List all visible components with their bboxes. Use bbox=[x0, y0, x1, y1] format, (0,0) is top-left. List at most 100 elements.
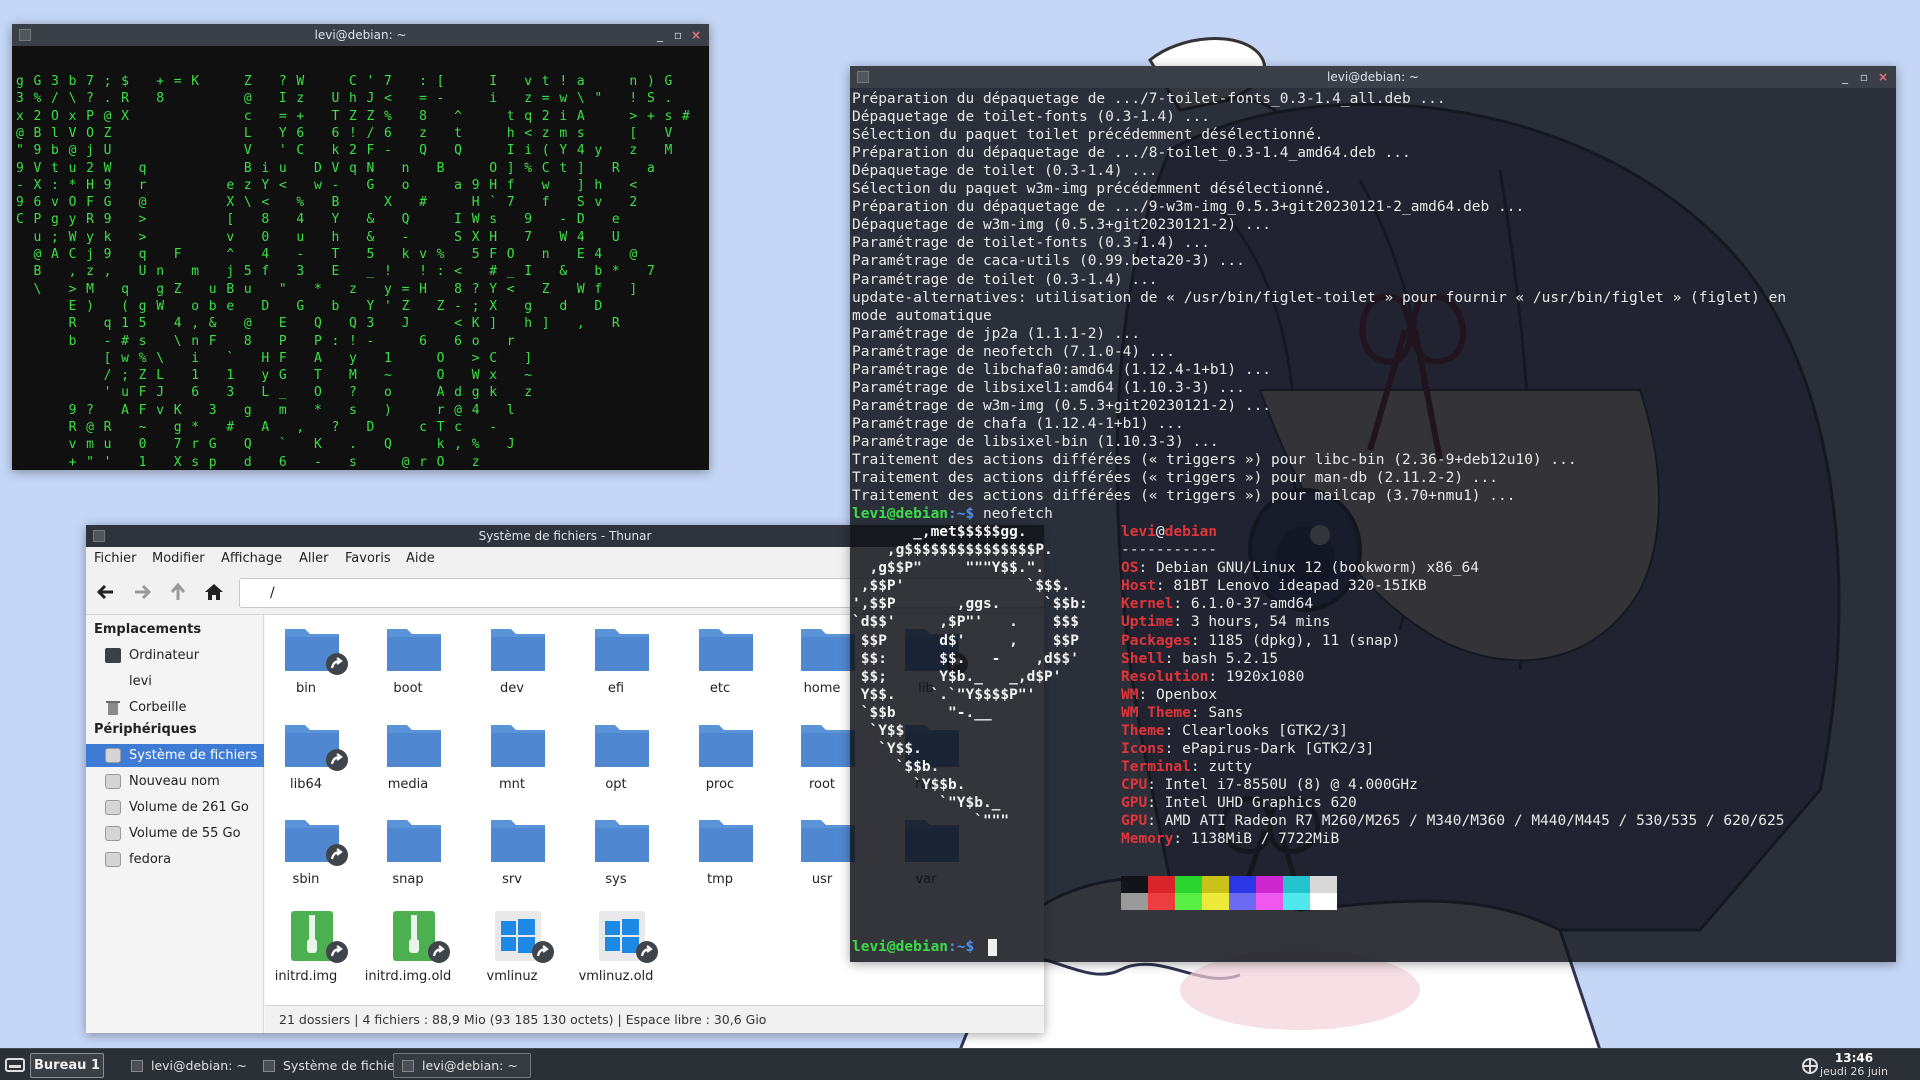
clock-time[interactable]: 13:46 bbox=[1824, 1052, 1884, 1065]
file-item-dev[interactable]: dev bbox=[471, 615, 553, 705]
sidebar-item-volume-261[interactable]: Volume de 261 Go bbox=[86, 796, 264, 819]
task-thunar[interactable]: Système de fichie... bbox=[254, 1053, 396, 1078]
matrix-glyph-row: 9Vtu2W q Biu DVqN n B O]%Ct] R a bbox=[16, 160, 665, 176]
file-item-boot[interactable]: boot bbox=[367, 615, 449, 705]
sidebar-item-ordinateur[interactable]: Ordinateur bbox=[86, 644, 264, 667]
terminal-titlebar[interactable]: levi@debian: ~ _ ▫ × bbox=[850, 66, 1896, 88]
file-item-media[interactable]: media bbox=[367, 711, 449, 801]
up-arrow-icon[interactable] bbox=[165, 579, 191, 605]
terminal-window[interactable]: levi@debian: ~ _ ▫ × Préparation du dépa… bbox=[850, 66, 1896, 962]
matrix-terminal-window[interactable]: levi@debian: ~ _ ▫ × gG3b7;$ +=K Z ?W C'… bbox=[12, 24, 709, 470]
file-item-srv[interactable]: srv bbox=[471, 806, 553, 896]
neofetch-key: Terminal bbox=[1121, 758, 1191, 775]
neofetch-value: AMD ATI Radeon R7 M260/M265 / M340/M360 … bbox=[1164, 813, 1785, 829]
file-name: vmlinuz.old bbox=[578, 969, 654, 984]
file-name: media bbox=[387, 777, 429, 792]
neofetch-value: 1920x1080 bbox=[1225, 668, 1305, 685]
menu-favoris[interactable]: Favoris bbox=[345, 547, 391, 571]
home-icon[interactable] bbox=[201, 579, 227, 605]
matrix-glyph-row: R@R ~ g* # A , ? D cTc - bbox=[16, 420, 507, 435]
neofetch-at: @ bbox=[1155, 524, 1165, 541]
file-item-sys[interactable]: sys bbox=[575, 806, 657, 896]
desktop-switch-button[interactable]: Bureau 1 bbox=[30, 1053, 104, 1078]
neofetch-value: Intel i7-8550U (8) @ 4.000GHz bbox=[1164, 776, 1418, 793]
file-item-snap[interactable]: snap bbox=[367, 806, 449, 896]
file-item-opt[interactable]: opt bbox=[575, 711, 657, 801]
folder-icon bbox=[387, 725, 441, 767]
palette-swatch bbox=[1256, 893, 1283, 911]
file-item-vmlinuz[interactable]: vmlinuz bbox=[471, 903, 554, 993]
menu-icon[interactable] bbox=[5, 1057, 25, 1073]
task-terminal-1[interactable]: levi@debian: ~ bbox=[122, 1053, 262, 1078]
minimize-icon[interactable]: _ bbox=[1838, 66, 1852, 88]
sidebar-item-volume-55[interactable]: Volume de 55 Go bbox=[86, 822, 264, 845]
sidebar-item-nouveau-nom[interactable]: Nouveau nom bbox=[86, 770, 264, 793]
terminal-output-line: Préparation du dépaquetage de .../9-w3m-… bbox=[852, 199, 1525, 216]
matrix-glyph-row: gG3b7;$ +=K Z ?W C'7 :[ I vt!a n)G bbox=[16, 74, 683, 89]
menu-modifier[interactable]: Modifier bbox=[152, 547, 205, 571]
neofetch-ascii-line: `""" bbox=[852, 813, 1010, 829]
network-icon[interactable] bbox=[1800, 1056, 1820, 1076]
sidebar-item-systeme-de-fichiers[interactable]: Système de fichiers bbox=[86, 744, 264, 767]
menu-fichier[interactable]: Fichier bbox=[94, 547, 137, 571]
file-item-mnt[interactable]: mnt bbox=[471, 711, 553, 801]
menu-aller[interactable]: Aller bbox=[299, 547, 328, 571]
neofetch-key: Host bbox=[1121, 578, 1156, 595]
close-icon[interactable]: × bbox=[1876, 66, 1890, 88]
terminal-output-line: Paramétrage de chafa (1.12.4-1+b1) ... bbox=[852, 415, 1184, 432]
minimize-icon[interactable]: _ bbox=[653, 24, 667, 46]
matrix-glyph-row: "9b@jU V 'C k2F- Q Q Ii(Y4y z M bbox=[16, 143, 683, 159]
matrix-glyph-row: CPgyR9 > [ 8 4 Y & Q IWs 9 -D e bbox=[16, 212, 630, 228]
file-item-efi[interactable]: efi bbox=[575, 615, 657, 705]
terminal-icon bbox=[19, 29, 31, 41]
neofetch-value: Openbox bbox=[1155, 686, 1218, 703]
neofetch-key: Theme bbox=[1121, 722, 1165, 739]
file-item-lib64[interactable]: lib64 bbox=[265, 711, 348, 801]
clock-date[interactable]: jeudi 26 juin bbox=[1818, 1065, 1890, 1078]
maximize-icon[interactable]: ▫ bbox=[671, 24, 685, 46]
file-name: sys bbox=[605, 872, 627, 887]
sidebar-item-fedora[interactable]: fedora bbox=[86, 848, 264, 871]
matrix-terminal-titlebar[interactable]: levi@debian: ~ _ ▫ × bbox=[12, 24, 709, 46]
terminal-body[interactable]: Préparation du dépaquetage de .../7-toil… bbox=[850, 88, 1896, 962]
file-item-sbin[interactable]: sbin bbox=[265, 806, 348, 896]
matrix-glyph-row: R q15 4,& @ E Q Q3 J <K] h] , R bbox=[16, 316, 630, 332]
file-item-proc[interactable]: proc bbox=[679, 711, 761, 801]
terminal-cursor bbox=[988, 939, 997, 957]
close-icon[interactable]: × bbox=[689, 24, 703, 46]
matrix-terminal-body[interactable]: gG3b7;$ +=K Z ?W C'7 :[ I vt!a n)G 3%/\?.… bbox=[12, 46, 709, 470]
task-terminal-2[interactable]: levi@debian: ~ bbox=[393, 1053, 531, 1078]
neofetch-colon: : bbox=[1138, 560, 1156, 577]
back-arrow-icon[interactable] bbox=[93, 579, 119, 605]
file-name: sbin bbox=[292, 872, 320, 887]
file-item-bin[interactable]: bin bbox=[265, 615, 348, 705]
menu-affichage[interactable]: Affichage bbox=[221, 547, 282, 571]
sidebar-header-devices: Périphériques bbox=[94, 722, 197, 737]
neofetch-field: Packages: 1185 (dpkg), 11 (snap) bbox=[1121, 632, 1400, 650]
neofetch-field: Kernel: 6.1.0-37-amd64 bbox=[1121, 595, 1313, 613]
file-item-tmp[interactable]: tmp bbox=[679, 806, 761, 896]
terminal-output-line: Traitement des actions différées (« trig… bbox=[852, 488, 1516, 505]
sidebar-item-corbeille[interactable]: Corbeille bbox=[86, 696, 264, 719]
drive-icon bbox=[105, 748, 121, 763]
maximize-icon[interactable]: ▫ bbox=[1857, 66, 1871, 88]
file-item-etc[interactable]: etc bbox=[679, 615, 761, 705]
neofetch-ascii-line: `"Y$b._ bbox=[852, 794, 1001, 811]
file-item-initrd-img-old[interactable]: initrd.img.old bbox=[365, 903, 451, 993]
taskbar: Bureau 1 levi@debian: ~ Système de fichi… bbox=[0, 1048, 1920, 1080]
terminal-output-line: Paramétrage de neofetch (7.1.0-4) ... bbox=[852, 343, 1176, 360]
neofetch-field: GPU: Intel UHD Graphics 620 bbox=[1121, 794, 1357, 812]
menu-aide[interactable]: Aide bbox=[406, 547, 435, 571]
terminal-output-line: Dépaquetage de toilet (0.3-1.4) ... bbox=[852, 163, 1158, 180]
neofetch-key: WM bbox=[1121, 686, 1139, 703]
sidebar-item-levi[interactable]: levi bbox=[86, 670, 264, 693]
file-item-initrd-img[interactable]: initrd.img bbox=[265, 903, 348, 993]
neofetch-key: GPU bbox=[1121, 813, 1148, 829]
neofetch-header: levi@debian bbox=[1121, 523, 1217, 541]
file-item-vmlinuz-old[interactable]: vmlinuz.old bbox=[575, 903, 658, 993]
palette-swatch bbox=[1202, 893, 1229, 911]
forward-arrow-icon[interactable] bbox=[129, 579, 155, 605]
prompt-path: :~$ bbox=[948, 506, 975, 523]
neofetch-key: WM Theme bbox=[1121, 704, 1191, 721]
neofetch-colon: : bbox=[1173, 831, 1191, 848]
